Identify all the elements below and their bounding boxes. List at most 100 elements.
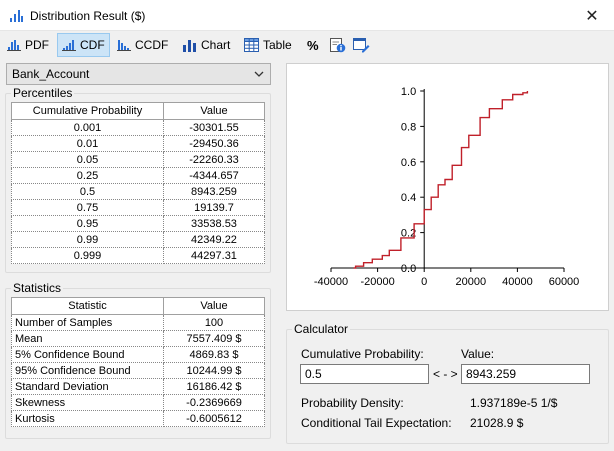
statistic-row-label: Skewness: [11, 394, 164, 411]
variable-select-value: Bank_Account: [12, 67, 90, 81]
statistic-row-value: 7557.409 $: [163, 330, 265, 347]
toolbar: PDF CDF CCDF Chart Table %: [0, 31, 614, 58]
ccdf-icon: [117, 39, 131, 51]
pdf-button[interactable]: PDF: [3, 33, 53, 57]
percentile-row-value: 42349.22: [163, 231, 265, 248]
statistic-row-value: 10244.99 $: [163, 362, 265, 379]
percentile-row-label: 0.999: [11, 247, 164, 264]
percentile-row[interactable]: 0.999 44297.31: [11, 247, 265, 264]
col-header-cumulative-probability: Cumulative Probability: [11, 102, 164, 120]
table-icon: [244, 38, 259, 52]
x-tick-label: 40000: [502, 276, 533, 288]
cumulative-probability-label: Cumulative Probability:: [301, 347, 424, 361]
percent-label: %: [307, 37, 319, 53]
chevron-down-icon: [254, 71, 264, 77]
percentile-row-label: 0.95: [11, 215, 164, 232]
percentile-row-label: 0.01: [11, 135, 164, 152]
percentile-row-value: -4344.657: [163, 167, 265, 184]
properties-button[interactable]: [326, 33, 350, 57]
percentile-row[interactable]: 0.75 19139.7: [11, 199, 265, 216]
statistic-row[interactable]: Mean 7557.409 $: [11, 330, 265, 347]
calculator-title: Calculator: [292, 322, 351, 336]
statistic-row-value: -0.6005612: [163, 410, 265, 427]
statistic-row-label: Kurtosis: [11, 410, 164, 427]
percentile-row[interactable]: 0.5 8943.259: [11, 183, 265, 200]
col-header-stat-value: Value: [163, 297, 265, 315]
chart-label: Chart: [201, 38, 231, 52]
col-header-statistic: Statistic: [11, 297, 164, 315]
x-tick-label: 20000: [456, 276, 487, 288]
pdf-label: PDF: [25, 38, 49, 52]
bar-chart-icon: [183, 39, 196, 52]
info-document-icon: [330, 37, 346, 52]
y-tick-label: 1.0: [401, 86, 416, 98]
distribution-icon: [10, 10, 23, 22]
window-edit-icon: [353, 37, 370, 52]
statistic-row[interactable]: Number of Samples 100: [11, 314, 265, 331]
percentile-row[interactable]: 0.95 33538.53: [11, 215, 265, 232]
conditional-tail-expectation-label: Conditional Tail Expectation:: [301, 416, 452, 430]
cdf-icon: [62, 39, 76, 51]
probability-density-value: 1.937189e-5 1/$: [470, 396, 558, 410]
percentile-row[interactable]: 0.001 -30301.55: [11, 119, 265, 136]
percentile-row-value: -22260.33: [163, 151, 265, 168]
cdf-button[interactable]: CDF: [57, 33, 110, 57]
close-button[interactable]: ✕: [570, 0, 614, 31]
percentile-row-label: 0.05: [11, 151, 164, 168]
statistic-row-value: 16186.42 $: [163, 378, 265, 395]
x-tick-label: -40000: [314, 276, 348, 288]
percentiles-table: Cumulative Probability Value 0.001 -30301…: [11, 102, 265, 264]
ccdf-button[interactable]: CCDF: [113, 33, 172, 57]
col-header-value: Value: [163, 102, 265, 120]
probability-density-label: Probability Density:: [301, 396, 404, 410]
percentile-row[interactable]: 0.01 -29450.36: [11, 135, 265, 152]
table-button[interactable]: Table: [240, 33, 296, 57]
percentile-row-value: 44297.31: [163, 247, 265, 264]
statistic-row-value: 100: [163, 314, 265, 331]
statistic-row-label: Standard Deviation: [11, 378, 164, 395]
percentile-row-value: -29450.36: [163, 135, 265, 152]
percentile-row-value: -30301.55: [163, 119, 265, 136]
statistic-row-label: Mean: [11, 330, 164, 347]
percentiles-title: Percentiles: [11, 86, 75, 100]
y-tick-label: 0.0: [401, 263, 416, 275]
statistics-title: Statistics: [11, 281, 64, 295]
percentile-row-value: 8943.259: [163, 183, 265, 200]
percentile-row-label: 0.99: [11, 231, 164, 248]
percentile-row[interactable]: 0.99 42349.22: [11, 231, 265, 248]
value-input[interactable]: 8943.259: [461, 364, 590, 384]
percentile-row-label: 0.001: [11, 119, 164, 136]
percentile-row[interactable]: 0.05 -22260.33: [11, 151, 265, 168]
percent-button[interactable]: %: [303, 33, 323, 57]
chart-button[interactable]: Chart: [178, 33, 234, 57]
statistic-row[interactable]: 5% Confidence Bound 4869.83 $: [11, 346, 265, 363]
percentile-row-value: 19139.7: [163, 199, 265, 216]
statistic-row[interactable]: Standard Deviation 16186.42 $: [11, 378, 265, 395]
table-label: Table: [263, 38, 292, 52]
window-title: Distribution Result ($): [30, 9, 146, 23]
statistic-row-label: 95% Confidence Bound: [11, 362, 164, 379]
x-tick-label: 0: [421, 276, 427, 288]
percentile-row-label: 0.75: [11, 199, 164, 216]
percentile-row-label: 0.5: [11, 183, 164, 200]
variable-select[interactable]: Bank_Account: [6, 63, 271, 85]
x-tick-label: 60000: [549, 276, 580, 288]
export-button[interactable]: [349, 33, 374, 57]
statistic-row[interactable]: Skewness -0.2369669: [11, 394, 265, 411]
percentile-row-label: 0.25: [11, 167, 164, 184]
value-label: Value:: [461, 347, 495, 361]
conditional-tail-expectation-value: 21028.9 $: [470, 416, 524, 430]
y-tick-label: 0.4: [401, 192, 416, 204]
y-tick-label: 0.6: [401, 157, 416, 169]
statistic-row[interactable]: Kurtosis -0.6005612: [11, 410, 265, 427]
y-tick-label: 0.8: [401, 121, 416, 133]
cumulative-probability-input[interactable]: 0.5: [300, 364, 429, 384]
statistic-row-value: -0.2369669: [163, 394, 265, 411]
statistic-row[interactable]: 95% Confidence Bound 10244.99 $: [11, 362, 265, 379]
statistic-row-label: 5% Confidence Bound: [11, 346, 164, 363]
percentile-row[interactable]: 0.25 -4344.657: [11, 167, 265, 184]
cdf-label: CDF: [80, 38, 105, 52]
conversion-arrow: < - >: [433, 367, 458, 381]
x-tick-label: -20000: [360, 276, 394, 288]
cdf-chart-panel: -40000 -20000 0 20000 40000 60000 0.0 0.2 0.4 0.6…: [286, 63, 609, 311]
